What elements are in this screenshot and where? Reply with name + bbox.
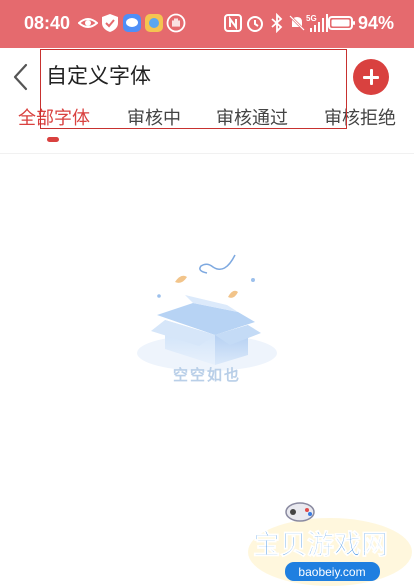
battery-icon [328, 16, 355, 30]
shield-icon [102, 14, 118, 32]
status-time: 08:40 [24, 13, 71, 33]
alarm-icon [247, 16, 263, 32]
watermark-title: 宝贝游戏网 [253, 529, 388, 561]
empty-state-text: 空空如也 [172, 366, 241, 384]
divider [0, 153, 414, 154]
eye-icon [78, 18, 98, 28]
status-bar: 08:40 5G 94% [0, 0, 414, 48]
highlight-outline [40, 49, 347, 129]
bluetooth-icon [271, 13, 283, 33]
signal-5g-icon: 5G [306, 14, 328, 32]
nfc-icon [224, 14, 242, 32]
hand-icon [166, 13, 186, 33]
watermark-logo: 宝贝游戏网 baobeiy.com [248, 502, 412, 586]
tab-active-indicator [47, 137, 59, 142]
svg-text:5G: 5G [306, 14, 317, 23]
message-icon [123, 14, 141, 32]
mute-icon [289, 15, 305, 31]
add-font-button[interactable] [353, 59, 389, 95]
photo-icon [145, 14, 163, 32]
watermark-url: baobeiy.com [298, 565, 365, 579]
battery-percent: 94% [357, 13, 394, 33]
chevron-left-icon[interactable] [6, 60, 34, 94]
